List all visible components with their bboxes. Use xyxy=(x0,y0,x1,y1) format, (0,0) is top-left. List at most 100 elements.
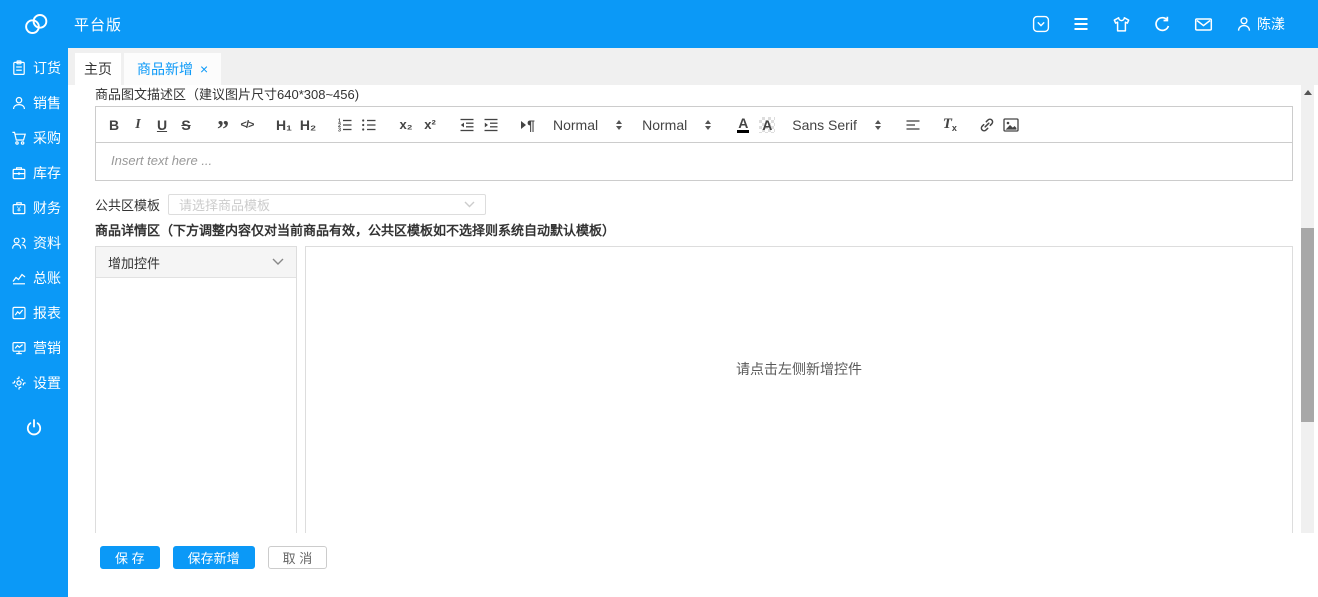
report-chart-icon xyxy=(12,306,26,319)
username: 陈漾 xyxy=(1257,16,1285,32)
sidebar-item-order[interactable]: 订货 xyxy=(0,50,68,85)
detail-panels: 增加控件 请点击左侧新增控件 xyxy=(95,246,1293,533)
direction-arrow-icon xyxy=(521,120,527,129)
svg-text:3: 3 xyxy=(338,127,341,133)
superscript-button[interactable]: x² xyxy=(418,113,442,137)
tab-product-new[interactable]: 商品新增 × xyxy=(124,53,222,85)
finance-case-icon: ¥ xyxy=(12,201,26,214)
template-field-label: 公共区模板 xyxy=(95,198,161,213)
save-and-new-button[interactable]: 保存新增 xyxy=(172,546,255,569)
bold-button[interactable]: B xyxy=(102,113,126,137)
contacts-icon xyxy=(12,237,27,249)
text-color-button[interactable]: A xyxy=(731,113,755,137)
indent-icon xyxy=(484,118,498,131)
app-title: 平台版 xyxy=(74,16,123,34)
rich-text-editor: B I U S ” </> H₁ H₂ 1 2 3 x₂ x² ¶ Normal… xyxy=(95,106,1293,181)
theme-shirt-icon[interactable] xyxy=(1112,15,1131,34)
picker-arrows-icon xyxy=(705,119,712,130)
logout-button[interactable] xyxy=(0,410,68,445)
bullet-list-icon xyxy=(362,118,376,131)
link-icon xyxy=(980,117,994,132)
canvas-hint-text: 请点击左侧新增控件 xyxy=(736,361,862,377)
sidebar-item-settings[interactable]: 设置 xyxy=(0,365,68,400)
user-menu[interactable]: 陈漾 xyxy=(1235,14,1285,34)
indent-button[interactable] xyxy=(479,113,503,137)
line-chart-icon xyxy=(12,273,26,284)
strike-button[interactable]: S xyxy=(174,113,198,137)
ordered-list-icon: 1 2 3 xyxy=(338,118,352,133)
cancel-button[interactable]: 取 消 xyxy=(267,546,328,569)
outdent-button[interactable] xyxy=(455,113,479,137)
sidebar-item-data[interactable]: 资料 xyxy=(0,225,68,260)
app-header: 平台版 陈漾 xyxy=(0,0,1318,48)
chevron-down-icon xyxy=(272,258,284,265)
header-2-button[interactable]: H₂ xyxy=(296,113,320,137)
clean-format-button[interactable]: T x xyxy=(938,113,962,137)
sidebar: 订货 销售 采购 库存 ¥ 财务 资料 总账 报表 营销 设置 xyxy=(0,48,68,597)
header-picker[interactable]: Normal xyxy=(642,117,712,133)
image-button[interactable] xyxy=(999,113,1023,137)
main-content: 商品图文描述区（建议图片尺寸640*308~456) B I U S ” </>… xyxy=(68,85,1301,533)
tab-bar: 主页 商品新增 × xyxy=(68,48,1318,85)
tab-home[interactable]: 主页 xyxy=(75,53,121,85)
storage-box-icon xyxy=(12,166,26,179)
cart-icon xyxy=(12,131,27,145)
sidebar-item-finance[interactable]: ¥ 财务 xyxy=(0,190,68,225)
desc-section-label: 商品图文描述区（建议图片尺寸640*308~456) xyxy=(95,87,360,102)
scrollbar-thumb[interactable] xyxy=(1301,228,1314,422)
link-button[interactable] xyxy=(975,113,999,137)
size-picker[interactable]: Normal xyxy=(553,117,623,133)
refresh-icon[interactable] xyxy=(1153,15,1172,34)
menu-icon[interactable] xyxy=(1072,15,1090,33)
code-block-button[interactable]: </> xyxy=(235,113,259,137)
header-actions: 陈漾 xyxy=(1032,14,1285,34)
save-button[interactable]: 保 存 xyxy=(100,546,160,569)
sidebar-item-purchase[interactable]: 采购 xyxy=(0,120,68,155)
font-picker[interactable]: Sans Serif xyxy=(792,117,881,133)
tab-close-icon[interactable]: × xyxy=(200,62,208,76)
vertical-scrollbar[interactable] xyxy=(1301,85,1314,533)
bullet-list-button[interactable] xyxy=(357,113,381,137)
mail-icon[interactable] xyxy=(1194,15,1213,34)
person-icon xyxy=(13,96,25,109)
editor-placeholder: Insert text here ... xyxy=(111,153,213,168)
user-icon xyxy=(1237,17,1251,31)
svg-text:¥: ¥ xyxy=(17,206,21,213)
sidebar-item-sales[interactable]: 销售 xyxy=(0,85,68,120)
sidebar-item-ledger[interactable]: 总账 xyxy=(0,260,68,295)
outdent-icon xyxy=(460,118,474,131)
text-direction-button[interactable]: ¶ xyxy=(516,113,540,137)
sidebar-item-report[interactable]: 报表 xyxy=(0,295,68,330)
italic-button[interactable]: I xyxy=(126,113,150,137)
gear-icon xyxy=(12,375,26,390)
sidebar-item-marketing[interactable]: 营销 xyxy=(0,330,68,365)
ordered-list-button[interactable]: 1 2 3 xyxy=(333,113,357,137)
clipboard-icon xyxy=(13,59,25,75)
underline-button[interactable]: U xyxy=(150,113,174,137)
scroll-up-icon[interactable] xyxy=(1303,90,1312,95)
subscript-button[interactable]: x₂ xyxy=(394,113,418,137)
background-color-button[interactable]: A xyxy=(755,113,779,137)
app-window: 平台版 陈漾 订货 销售 采购 库存 ¥ 财务 资料 总账 报表 营销 设置 主… xyxy=(0,0,1318,597)
footer-actions: 保 存 保存新增 取 消 xyxy=(68,533,1318,597)
workbench-panel-icon[interactable] xyxy=(1032,15,1050,33)
image-icon xyxy=(1003,117,1019,132)
template-field-row: 公共区模板 请选择商品模板 xyxy=(95,194,1293,215)
template-select[interactable]: 请选择商品模板 xyxy=(168,194,487,215)
power-icon xyxy=(26,418,42,435)
widget-list-panel: 增加控件 xyxy=(95,246,297,533)
editor-toolbar: B I U S ” </> H₁ H₂ 1 2 3 x₂ x² ¶ Normal… xyxy=(96,107,1292,143)
editor-text-area[interactable]: Insert text here ... xyxy=(96,143,1292,180)
app-logo-icon xyxy=(20,9,52,39)
picker-arrows-icon xyxy=(874,119,881,130)
add-widget-dropdown[interactable]: 增加控件 xyxy=(96,247,296,278)
align-button[interactable] xyxy=(901,113,925,137)
header-1-button[interactable]: H₁ xyxy=(272,113,296,137)
align-left-icon xyxy=(906,119,920,130)
widget-canvas: 请点击左侧新增控件 xyxy=(305,246,1293,533)
blockquote-button[interactable]: ” xyxy=(211,113,235,142)
sidebar-item-inventory[interactable]: 库存 xyxy=(0,155,68,190)
monitor-chart-icon xyxy=(12,341,26,354)
detail-section-label: 商品详情区（下方调整内容仅对当前商品有效，公共区模板如不选择则系统自动默认模板） xyxy=(95,223,616,238)
chevron-down-icon xyxy=(464,201,475,208)
